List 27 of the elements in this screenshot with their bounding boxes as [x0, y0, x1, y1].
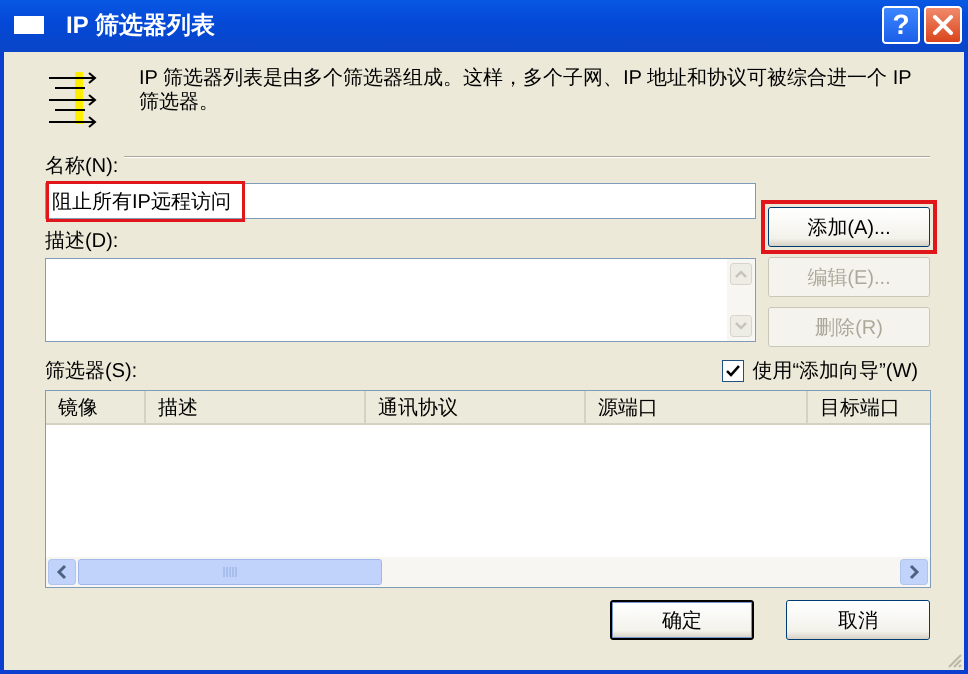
column-header[interactable]: 描述	[146, 391, 366, 423]
description-label: 描述(D):	[45, 229, 120, 254]
side-button[interactable]: 添加(A)...	[768, 207, 930, 247]
filters-label: 筛选器(S):	[45, 359, 138, 384]
column-header[interactable]: 源端口	[586, 391, 808, 423]
scroll-thumb[interactable]	[78, 559, 382, 585]
window-title: IP 筛选器列表	[66, 11, 215, 41]
intro-text: IP 筛选器列表是由多个筛选器组成。这样，多个子网、IP 地址和协议可被综合进一个 IP 筛选器。	[139, 66, 912, 114]
highlight-frame: 阻止所有IP远程访问	[48, 182, 243, 220]
scroll-left-button[interactable]	[48, 559, 76, 585]
scroll-right-button[interactable]	[900, 559, 928, 585]
column-header[interactable]: 镜像	[46, 391, 146, 423]
window-icon	[14, 16, 44, 34]
dialog-button[interactable]: 取消	[786, 600, 930, 640]
dialog-button[interactable]: 确定	[610, 600, 754, 640]
wizard-label: 使用“添加向导”(W)	[752, 359, 918, 384]
column-header[interactable]: 目标端口	[808, 391, 930, 423]
close-button[interactable]	[924, 6, 962, 44]
grip-icon	[223, 567, 237, 577]
name-field[interactable]: 阻止所有IP远程访问	[45, 183, 756, 219]
name-label: 名称(N):	[45, 154, 118, 179]
help-button[interactable]: ?	[882, 6, 920, 44]
check-icon	[725, 362, 742, 378]
wizard-checkbox[interactable]	[722, 360, 744, 382]
resize-grip-icon	[946, 652, 962, 668]
close-icon	[932, 14, 954, 36]
column-header[interactable]: 通讯协议	[366, 391, 586, 423]
